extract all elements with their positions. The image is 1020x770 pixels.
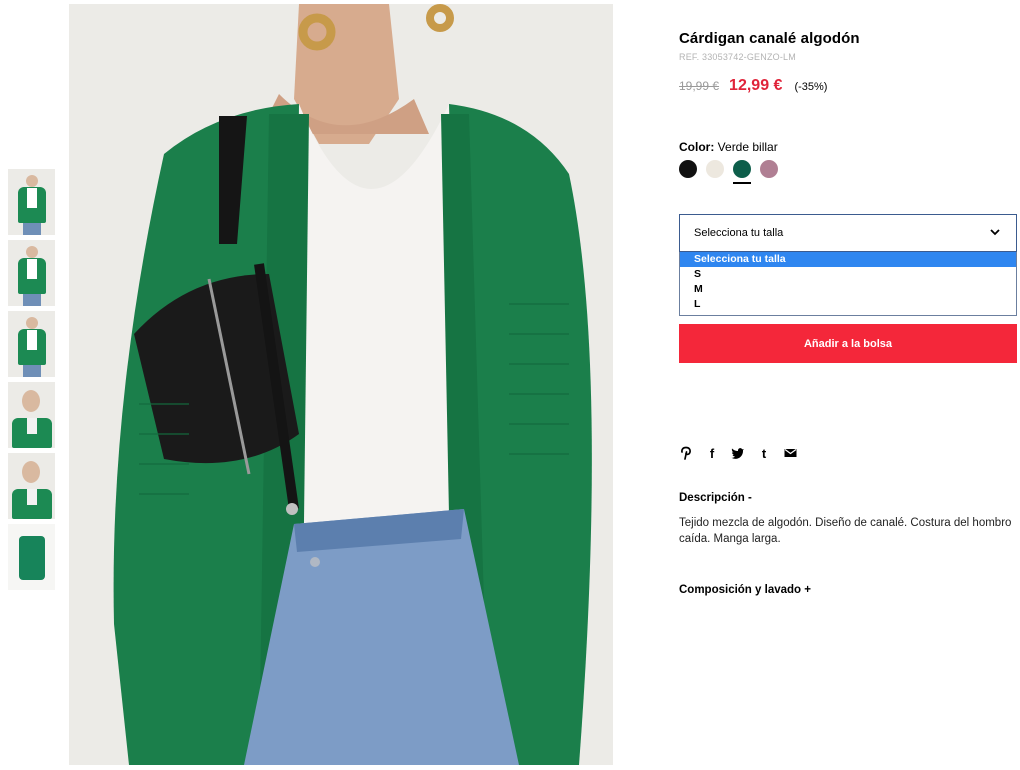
- size-option-m[interactable]: M: [680, 282, 1016, 297]
- thumbnail-2[interactable]: [8, 240, 55, 306]
- size-select-value: Selecciona tu talla: [694, 227, 784, 239]
- mail-icon[interactable]: [783, 445, 797, 461]
- color-label: Color:: [679, 140, 715, 154]
- size-option-s[interactable]: S: [680, 267, 1016, 282]
- description-text: Tejido mezcla de algodón. Diseño de cana…: [679, 517, 1012, 545]
- main-product-image[interactable]: [69, 4, 613, 765]
- color-selector: Color: Verde billar: [679, 140, 1017, 154]
- swatch-black[interactable]: [679, 160, 697, 178]
- tumblr-icon[interactable]: t: [757, 445, 771, 461]
- facebook-icon[interactable]: f: [705, 445, 719, 461]
- size-option-default[interactable]: Selecciona tu talla: [680, 252, 1016, 267]
- product-title: Cárdigan canalé algodón: [679, 30, 860, 47]
- product-reference: REF. 33053742-GENZO-LM: [679, 52, 796, 62]
- price-block: 19,99 € 12,99 € (-35%): [679, 77, 1017, 95]
- product-photo-illustration: [69, 4, 613, 765]
- thumbnail-4[interactable]: [8, 382, 55, 448]
- thumbnail-3[interactable]: [8, 311, 55, 377]
- description-heading[interactable]: Descripción -: [679, 492, 752, 504]
- swatch-green[interactable]: [733, 160, 751, 184]
- discount-percent: (-35%): [794, 81, 828, 93]
- swatch-cream[interactable]: [706, 160, 724, 178]
- color-swatches: [679, 160, 1017, 188]
- thumbnail-6[interactable]: [8, 524, 55, 590]
- size-select[interactable]: Selecciona tu talla: [679, 214, 1017, 252]
- swatch-mauve[interactable]: [760, 160, 778, 178]
- thumbnail-1[interactable]: [8, 169, 55, 235]
- pinterest-icon[interactable]: [679, 445, 693, 461]
- old-price: 19,99 €: [679, 79, 720, 93]
- size-option-l[interactable]: L: [680, 297, 1016, 312]
- twitter-icon[interactable]: [731, 445, 745, 461]
- color-value: Verde billar: [717, 140, 778, 154]
- composition-heading[interactable]: Composición y lavado +: [679, 584, 811, 596]
- thumbnail-5[interactable]: [8, 453, 55, 519]
- product-info: Cárdigan canalé algodón REF. 33053742-GE…: [679, 30, 1017, 363]
- thumbnail-list: [8, 169, 56, 595]
- chevron-down-icon: [990, 229, 1000, 236]
- size-dropdown: Selecciona tu talla S M L: [679, 252, 1017, 316]
- add-to-bag-button[interactable]: Añadir a la bolsa: [679, 324, 1017, 363]
- sale-price: 12,99 €: [729, 77, 783, 94]
- social-share: f t: [679, 445, 809, 461]
